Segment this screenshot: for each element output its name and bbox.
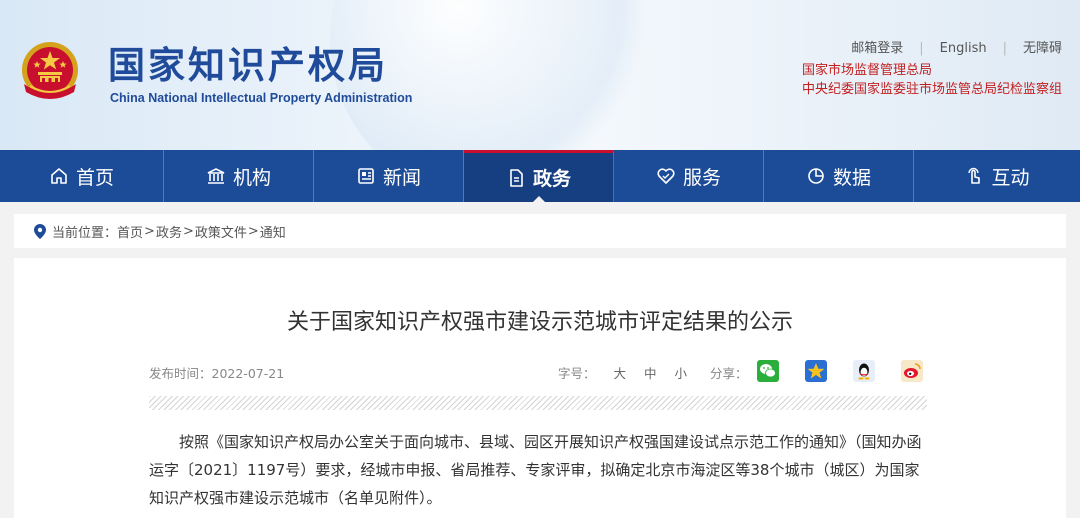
font-size-label: 字号： [558,366,596,381]
accessibility-link[interactable]: 无障碍 [1023,40,1062,58]
nav-label: 首页 [75,166,114,189]
article-title: 关于国家知识产权强市建设示范城市评定结果的公示 [286,310,793,335]
nav-item-government-affairs[interactable]: 政务 [464,150,614,203]
breadcrumb-separator: > [182,223,194,239]
home-icon [49,166,69,186]
article-body-paragraph: 按照《国家知识产权局办公室关于面向城市、县域、园区开展知识产权强国建设试点示范工… [149,433,922,507]
article-divider [149,396,927,410]
samr-link[interactable]: 国家市场监督管理总局 [802,61,1062,80]
nav-item-interaction[interactable]: 互动 [914,150,1080,202]
discipline-inspection-link[interactable]: 中央纪委国家监委驻市场监管总局纪检监察组 [802,80,1062,99]
nav-item-data[interactable]: 数据 [764,150,914,202]
nav-label: 政务 [532,168,571,190]
affiliated-org-links: 国家市场监督管理总局 中央纪委国家监委驻市场监管总局纪检监察组 [802,61,1062,99]
news-icon [356,166,376,186]
breadcrumb-notice[interactable]: 通知 [260,222,286,241]
nav-label: 互动 [991,166,1030,189]
location-pin-icon [34,223,46,239]
font-size-medium-button[interactable]: 中 [644,363,657,382]
breadcrumb-prefix: 当前位置： [52,225,118,241]
nav-item-news[interactable]: 新闻 [314,150,464,202]
institution-icon [206,166,226,186]
service-icon [656,166,676,186]
english-link[interactable]: English [940,40,987,58]
breadcrumb-separator: > [144,223,155,239]
wechat-icon[interactable] [757,360,779,382]
breadcrumb-separator: > [247,223,259,239]
document-icon [506,168,526,188]
national-emblem-icon[interactable] [18,40,82,106]
link-separator: | [1002,41,1007,56]
font-size-control: 字号： 大 中 小 [558,363,687,382]
data-icon [806,166,826,186]
nav-label: 新闻 [382,166,421,189]
breadcrumb-government-affairs[interactable]: 政务 [156,222,182,241]
font-size-small-button[interactable]: 小 [675,363,688,382]
article-container: 关于国家知识产权强市建设示范城市评定结果的公示 发布时间：2022-07-21 … [14,258,1066,518]
site-header: 国家知识产权局 China National Intellectual Prop… [0,0,1080,150]
main-navigation: 首页 机构 新闻 政务 服务 数据 互动 [0,150,1080,203]
breadcrumb-home[interactable]: 首页 [117,222,143,241]
breadcrumb: 当前位置： 首页 > 政务 > 政策文件 > 通知 [14,214,1066,248]
nav-item-home[interactable]: 首页 [0,150,164,202]
nav-label: 服务 [682,166,721,189]
qzone-icon[interactable] [805,360,827,382]
top-utility-links: 邮箱登录 | English | 无障碍 [851,40,1062,58]
qq-icon[interactable] [853,360,875,382]
site-logo-title[interactable]: 国家知识产权局 [108,42,388,90]
site-logo-subtitle: China National Intellectual Property Adm… [110,91,413,105]
interaction-icon [964,166,984,186]
nav-label: 机构 [232,166,271,189]
breadcrumb-policy-documents[interactable]: 政策文件 [195,222,247,241]
link-separator: | [919,41,924,56]
email-login-link[interactable]: 邮箱登录 [851,40,903,58]
weibo-icon[interactable] [901,360,923,382]
font-size-large-button[interactable]: 大 [614,363,627,382]
nav-item-institution[interactable]: 机构 [164,150,314,202]
nav-label: 数据 [832,166,871,189]
publish-date: 发布时间：2022-07-21 [149,366,285,381]
share-label: 分享： [710,366,748,381]
nav-item-service[interactable]: 服务 [614,150,764,202]
